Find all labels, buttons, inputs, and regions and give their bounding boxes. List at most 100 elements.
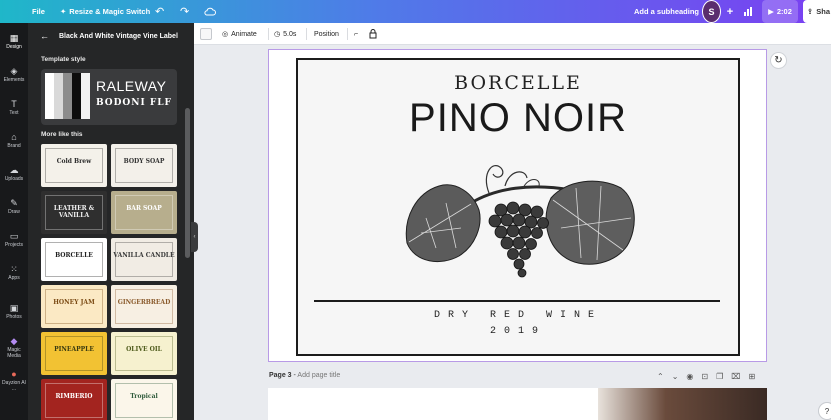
- rail-item-label: Draw: [8, 209, 20, 215]
- rail-item-design[interactable]: ▦ Design: [0, 33, 28, 50]
- color-swatch: [45, 73, 54, 119]
- design-panel: ← Black And White Vintage Vine Label Tem…: [28, 23, 194, 420]
- cloud-save-icon[interactable]: [204, 0, 216, 23]
- lock-icon[interactable]: [369, 23, 377, 45]
- color-swatch: [72, 73, 81, 119]
- rail-item-label: Elements: [3, 77, 25, 83]
- page3-tools: ⌃ ⌄ ◉ ⊡ ❐ ⌧ ⊞: [657, 372, 755, 381]
- paint-format-icon[interactable]: ⌐: [354, 23, 358, 45]
- design-page[interactable]: BORCELLE PINO NOIR DRY RED WINE 2019: [268, 49, 767, 362]
- template-thumbnail-frame: [115, 242, 173, 277]
- template-thumbnail[interactable]: BODY SOAP: [111, 144, 177, 187]
- collapse-panel-handle[interactable]: ‹: [191, 222, 198, 252]
- template-style-heading: Template style: [41, 56, 86, 63]
- template-thumbnail[interactable]: LEATHER & VANILLA: [41, 191, 107, 234]
- rail-item-brand[interactable]: ⌂ Brand: [0, 132, 28, 149]
- present-timer: 2:02: [776, 7, 792, 16]
- position-button[interactable]: Position: [314, 23, 339, 45]
- label-product[interactable]: PINO NOIR: [298, 96, 738, 141]
- label-wine-type[interactable]: DRY RED WINE: [298, 310, 738, 321]
- delete-page-icon[interactable]: ⌧: [731, 372, 740, 381]
- help-icon[interactable]: ?: [818, 402, 831, 420]
- play-icon: ▶: [768, 7, 774, 16]
- rail-item-label: Design: [6, 44, 22, 50]
- draw-icon: ✎: [10, 198, 18, 208]
- label-year[interactable]: 2019: [298, 326, 738, 337]
- rail-item-projects[interactable]: ▭ Projects: [0, 231, 28, 248]
- apps-icon: ⁙: [10, 264, 18, 274]
- page3-preview[interactable]: [268, 388, 767, 420]
- resize-magic-switch-button[interactable]: ✦ Resize & Magic Switch: [60, 0, 150, 23]
- avatar[interactable]: S: [702, 0, 721, 23]
- secondary-font-sample: BODONI FLF: [96, 98, 172, 108]
- rail-item-label: Dayzion AI ...: [2, 380, 26, 392]
- template-thumbnail[interactable]: GINGERBREAD: [111, 285, 177, 328]
- invite-plus-icon[interactable]: +: [724, 0, 736, 23]
- template-thumbnail[interactable]: BORCELLE: [41, 238, 107, 281]
- resize-label: Resize & Magic Switch: [69, 7, 151, 16]
- page3-photo: [598, 388, 767, 420]
- chevron-down-icon[interactable]: ⌄: [672, 372, 679, 381]
- template-thumbnail[interactable]: Tropical: [111, 379, 177, 420]
- redo-icon[interactable]: ↷: [180, 0, 189, 23]
- rail-item-magic-media[interactable]: ◆ Magic Media: [0, 336, 28, 359]
- grape-cluster: [488, 201, 549, 278]
- rail-item-draw[interactable]: ✎ Draw: [0, 198, 28, 215]
- template-thumbnail[interactable]: HONEY JAM: [41, 285, 107, 328]
- share-button[interactable]: ⇪ Sha: [803, 0, 831, 23]
- template-thumbnail-frame: [115, 289, 173, 324]
- template-style-card[interactable]: RALEWAY BODONI FLF: [41, 69, 177, 125]
- template-thumbnail[interactable]: OLIVE OIL: [111, 332, 177, 375]
- file-menu[interactable]: File: [32, 0, 45, 23]
- share-icon: ⇪: [807, 7, 814, 16]
- template-thumbnail[interactable]: PINEAPPLE: [41, 332, 107, 375]
- undo-icon[interactable]: ↶: [155, 0, 164, 23]
- chevron-up-icon[interactable]: ⌃: [657, 372, 664, 381]
- rail-item-apps[interactable]: ⁙ Apps: [0, 264, 28, 281]
- vine-tendril: [485, 165, 504, 194]
- animate-icon: ◎: [222, 31, 229, 38]
- animate-button[interactable]: ◎ Animate: [222, 23, 257, 45]
- template-thumbnail[interactable]: RIMBERIO: [41, 379, 107, 420]
- template-thumbnail[interactable]: Cold Brew: [41, 144, 107, 187]
- rail-item-text[interactable]: T Text: [0, 99, 28, 116]
- analytics-icon[interactable]: [743, 0, 753, 23]
- template-thumbnail-frame: [45, 336, 103, 371]
- grape-vine-illustration[interactable]: [401, 148, 639, 280]
- hide-page-icon[interactable]: ◉: [686, 372, 693, 381]
- rail-item-ai-app[interactable]: ● Dayzion AI ...: [0, 369, 28, 392]
- present-button[interactable]: ▶ 2:02: [762, 0, 798, 23]
- rail-item-elements[interactable]: ◈ Elements: [0, 66, 28, 83]
- color-swatch: [54, 73, 63, 119]
- template-thumbnail[interactable]: VANILLA CANDLE: [111, 238, 177, 281]
- rail-item-label: Apps: [8, 275, 20, 281]
- vine-tendril: [504, 171, 528, 187]
- background-color-swatch[interactable]: [200, 28, 212, 40]
- rail-item-label: Uploads: [4, 176, 24, 182]
- color-swatch: [81, 73, 90, 119]
- grape-leaf: [405, 184, 481, 263]
- template-thumbnail[interactable]: BAR SOAP: [111, 191, 177, 234]
- add-page-icon[interactable]: ⊞: [748, 372, 755, 381]
- uploads-icon: ☁: [9, 165, 19, 175]
- color-swatch: [63, 73, 72, 119]
- duration-button[interactable]: ◷ 5.0s: [274, 23, 296, 45]
- more-like-this-heading: More like this: [41, 131, 83, 138]
- sparkle-icon: ✦: [60, 7, 67, 16]
- template-thumbnail-frame: [115, 336, 173, 371]
- duplicate-page-icon[interactable]: ❐: [716, 372, 723, 381]
- page3-header: Page 3 - Add page title: [269, 372, 340, 379]
- add-subheading-button[interactable]: Add a subheading: [634, 0, 699, 23]
- brand-icon: ⌂: [11, 132, 17, 142]
- page-title-input[interactable]: Add page title: [297, 372, 340, 379]
- label-brand[interactable]: BORCELLE: [298, 72, 738, 94]
- refresh-icon[interactable]: ↻: [770, 52, 787, 69]
- rail-item-uploads[interactable]: ☁ Uploads: [0, 165, 28, 182]
- rail-item-photos[interactable]: ▣ Photos: [0, 303, 28, 320]
- lock-page-icon[interactable]: ⊡: [701, 372, 708, 381]
- back-arrow-icon[interactable]: ←: [40, 31, 49, 41]
- wine-label[interactable]: BORCELLE PINO NOIR DRY RED WINE 2019: [296, 58, 740, 356]
- panel-scrollbar[interactable]: [185, 108, 190, 258]
- rail-item-label: Brand: [7, 143, 21, 149]
- top-bar: File ✦ Resize & Magic Switch ↶ ↷ Add a s…: [0, 0, 831, 23]
